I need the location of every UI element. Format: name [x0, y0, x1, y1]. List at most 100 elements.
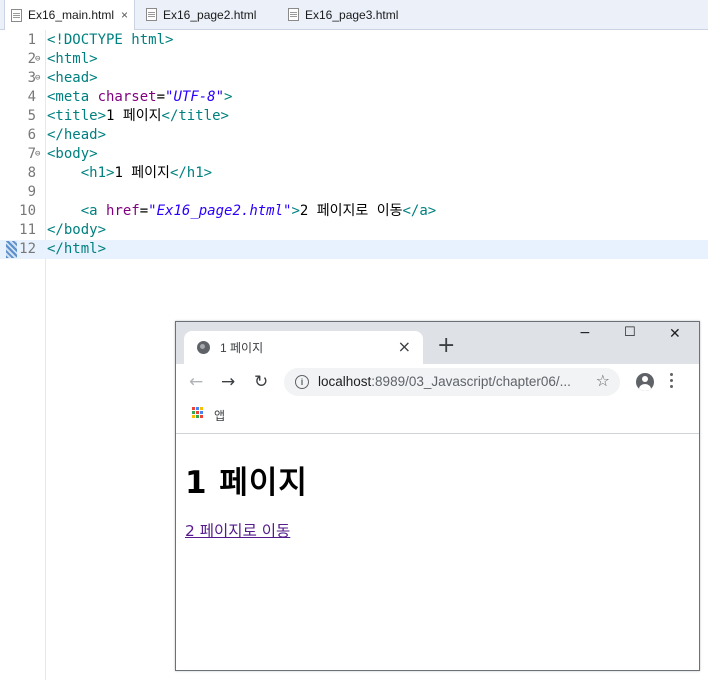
code-token-tag: <meta — [47, 89, 98, 105]
code-line[interactable]: 10 <a href="Ex16_page2.html">2 페이지로 이동</… — [0, 202, 708, 221]
back-button[interactable]: ← — [189, 372, 203, 392]
code-token-tag: </title> — [161, 108, 229, 124]
bookmarks-bar: 앱 — [176, 401, 699, 434]
code-token-tag: > — [291, 203, 300, 219]
globe-icon — [197, 341, 210, 354]
code-token-tag: </head> — [47, 127, 107, 143]
line-number: 12 — [19, 241, 36, 257]
browser-tab[interactable]: 1 페이지 × — [184, 331, 423, 364]
code-line[interactable]: 9 — [0, 183, 708, 202]
apps-label[interactable]: 앱 — [214, 407, 225, 424]
code-line[interactable]: 1 <!DOCTYPE html> — [0, 31, 708, 50]
forward-button[interactable]: → — [221, 372, 235, 392]
code-text: <meta charset="UTF-8"> — [47, 88, 232, 107]
tab-label: Ex16_main.html — [28, 8, 115, 22]
browser-title-bar: 1 페이지 × + − ☐ ✕ — [176, 322, 699, 364]
new-tab-button[interactable]: + — [437, 335, 455, 357]
code-token-tag: <a — [80, 203, 107, 219]
code-token-tag: <head> — [47, 70, 98, 86]
code-line[interactable]: 4 <meta charset="UTF-8"> — [0, 88, 708, 107]
code-token-tag: > — [224, 89, 233, 105]
code-text: </html> — [47, 240, 106, 259]
code-text: </body> — [47, 221, 106, 240]
code-token-txt: = — [139, 203, 149, 219]
code-token-tag: <!DOCTYPE html> — [47, 32, 174, 48]
page-heading: 1 페이지 — [185, 465, 308, 501]
html-file-icon — [146, 8, 157, 21]
tab-ex16-page3[interactable]: Ex16_page3.html — [288, 0, 398, 29]
maximize-button[interactable]: ☐ — [624, 325, 636, 340]
page-content: 1 페이지 2 페이지로 이동 — [176, 434, 699, 670]
browser-window: 1 페이지 × + − ☐ ✕ ← → ↻ i localhost:8989/0… — [175, 321, 700, 671]
code-text: <h1>1 페이지</h1> — [47, 164, 212, 183]
line-number: 1 — [27, 32, 36, 48]
minimize-button[interactable]: − — [579, 325, 591, 341]
code-token-tag: <body> — [47, 146, 98, 162]
code-line[interactable]: 6 </head> — [0, 126, 708, 145]
fold-toggle-icon[interactable]: ⊖ — [35, 54, 40, 64]
browser-tab-title: 1 페이지 — [220, 341, 264, 355]
line-number: 11 — [19, 222, 36, 238]
code-line[interactable]: 7 ⊖ <body> — [0, 145, 708, 164]
code-token-tag: <title> — [47, 108, 107, 124]
fold-toggle-icon[interactable]: ⊖ — [35, 149, 40, 159]
info-icon[interactable]: i — [295, 375, 309, 389]
reload-button[interactable]: ↻ — [254, 372, 268, 392]
code-token-tag: </a> — [402, 203, 437, 219]
code-line[interactable]: 11 </body> — [0, 221, 708, 240]
code-token-attr: href — [106, 203, 140, 219]
code-text: <title>1 페이지</title> — [47, 107, 229, 126]
code-token-tag: </html> — [47, 241, 107, 257]
code-token-tag: </body> — [47, 222, 107, 238]
line-number: 10 — [19, 203, 36, 219]
code-line[interactable]: 2 ⊖ <html> — [0, 50, 708, 69]
code-text: </head> — [47, 126, 106, 145]
tab-label: Ex16_page2.html — [163, 7, 257, 22]
code-text: <head> — [47, 69, 98, 88]
code-token-tag: </h1> — [169, 165, 213, 181]
html-file-icon — [11, 8, 22, 22]
code-line[interactable]: 12 </html> — [0, 240, 708, 259]
code-token-val: "UTF-8" — [165, 89, 225, 105]
code-token-tag: <h1> — [80, 165, 115, 181]
line-number: 7 — [27, 146, 36, 162]
code-text: <a href="Ex16_page2.html">2 페이지로 이동</a> — [47, 202, 436, 221]
menu-kebab-icon[interactable] — [670, 373, 674, 389]
close-icon[interactable]: × — [121, 8, 128, 22]
line-number: 4 — [27, 89, 36, 105]
browser-toolbar: ← → ↻ i localhost:8989/03_Javascript/cha… — [176, 364, 699, 401]
url-path: :8989/03_Javascript/chapter06/... — [371, 374, 571, 389]
line-number: 3 — [27, 70, 36, 86]
code-text: <html> — [47, 50, 98, 69]
html-file-icon — [288, 8, 299, 21]
code-token-attr: charset — [97, 89, 157, 105]
apps-grid-icon[interactable] — [192, 407, 204, 419]
bookmark-star-icon[interactable]: ☆ — [596, 371, 610, 390]
tab-ex16-main[interactable]: Ex16_main.html × — [4, 0, 136, 30]
line-number: 8 — [27, 165, 36, 181]
address-bar[interactable]: i localhost:8989/03_Javascript/chapter06… — [284, 368, 620, 396]
close-window-button[interactable]: ✕ — [669, 326, 681, 342]
line-number: 2 — [27, 51, 36, 67]
profile-avatar-icon[interactable] — [636, 373, 654, 391]
url-text: localhost:8989/03_Javascript/chapter06/.… — [318, 374, 571, 389]
close-tab-icon[interactable]: × — [398, 337, 411, 356]
line-number: 6 — [27, 127, 36, 143]
code-line[interactable]: 3 ⊖ <head> — [0, 69, 708, 88]
url-host: localhost — [318, 374, 372, 389]
line-number: 9 — [27, 184, 36, 200]
code-token-txt: 1 페이지 — [114, 165, 170, 181]
tab-ex16-page2[interactable]: Ex16_page2.html — [146, 0, 256, 29]
code-line[interactable]: 8 <h1>1 페이지</h1> — [0, 164, 708, 183]
page2-link[interactable]: 2 페이지로 이동 — [185, 519, 290, 541]
code-text: <!DOCTYPE html> — [47, 31, 173, 50]
code-token-txt: 2 페이지로 이동 — [299, 203, 403, 219]
code-text: <body> — [47, 145, 98, 164]
fold-toggle-icon[interactable]: ⊖ — [35, 73, 40, 83]
code-token-val: "Ex16_page2.html" — [148, 203, 292, 219]
code-line[interactable]: 5 <title>1 페이지</title> — [0, 107, 708, 126]
line-number: 5 — [27, 108, 36, 124]
code-token-txt: 1 페이지 — [106, 108, 162, 124]
